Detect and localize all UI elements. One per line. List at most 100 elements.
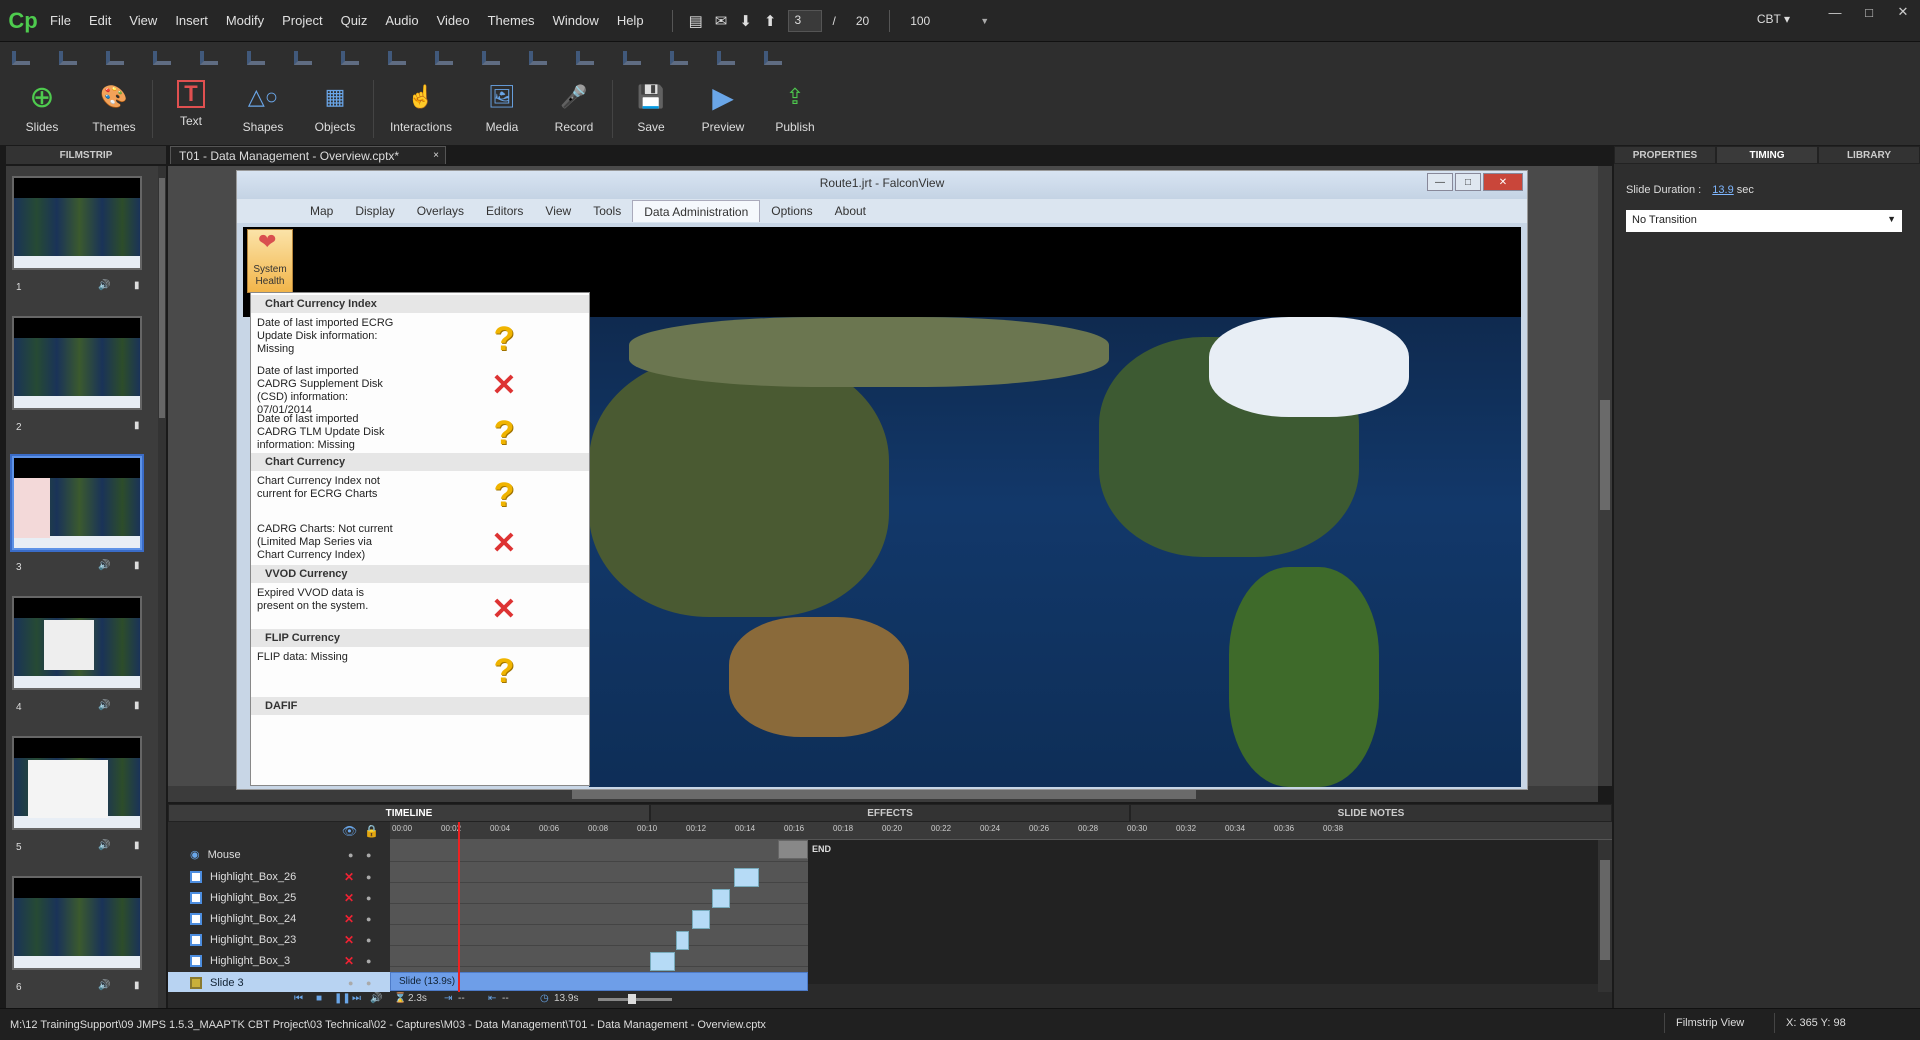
close-tab-icon[interactable]: × (433, 150, 439, 161)
menu-window[interactable]: Window (553, 13, 599, 28)
slide-thumbnail-3[interactable] (12, 456, 142, 550)
speaker-icon[interactable]: 🔊 (370, 993, 382, 1004)
visibility-dot[interactable]: ● (348, 850, 353, 860)
fv-tab-display[interactable]: Display (344, 200, 405, 222)
pause-icon[interactable]: ❚❚ (334, 993, 351, 1004)
end-marker[interactable] (778, 840, 808, 859)
save-button[interactable]: 💾 Save (615, 74, 687, 144)
highlight-box-3-block[interactable] (650, 952, 675, 971)
shapes-button[interactable]: △○ Shapes (227, 74, 299, 144)
themes-button[interactable]: 🎨 Themes (78, 74, 150, 144)
fv-tab-options[interactable]: Options (760, 200, 823, 222)
menu-edit[interactable]: Edit (89, 13, 111, 28)
lock-dot[interactable]: ● (366, 914, 371, 924)
align-top-icon[interactable] (153, 51, 171, 65)
tab-slide-notes[interactable]: SLIDE NOTES (1130, 804, 1612, 822)
menu-insert[interactable]: Insert (175, 13, 208, 28)
publish-button[interactable]: ⇪ Publish (759, 74, 831, 144)
zoom-select[interactable]: 100 (910, 14, 930, 28)
lock-dot[interactable]: ● (366, 978, 371, 988)
slide-delete-icon[interactable]: ▮ (134, 420, 140, 431)
lock-dot[interactable]: ● (366, 893, 371, 903)
layer-back-icon[interactable] (764, 51, 782, 65)
fv-tab-view[interactable]: View (534, 200, 582, 222)
rewind-icon[interactable]: ⏮ (294, 993, 303, 1004)
zoom-dropdown-icon[interactable]: ▼ (980, 16, 989, 26)
same-width-icon[interactable] (388, 51, 406, 65)
lock-dot[interactable]: ● (366, 956, 371, 966)
hidden-x-icon[interactable]: ✕ (344, 870, 354, 884)
menu-modify[interactable]: Modify (226, 13, 264, 28)
lock-dot[interactable]: ● (366, 935, 371, 945)
slide-delete-icon[interactable]: ▮ (134, 980, 140, 991)
align-center-icon[interactable] (59, 51, 77, 65)
arrow-down-icon[interactable]: ⬇ (739, 12, 752, 30)
highlight-box-25-block[interactable] (712, 889, 730, 908)
center-h-icon[interactable] (529, 51, 547, 65)
close-icon[interactable]: ✕ (1483, 173, 1523, 191)
fv-tab-data-administration[interactable]: Data Administration (632, 200, 761, 222)
tab-timing[interactable]: TIMING (1716, 146, 1818, 164)
slide-thumbnail-2[interactable] (12, 316, 142, 410)
maximize-icon[interactable]: □ (1852, 0, 1886, 24)
maximize-icon[interactable]: □ (1455, 173, 1481, 191)
system-health-button[interactable]: ❤ System Health (247, 229, 293, 293)
lock-icon[interactable]: 🔒 (364, 824, 379, 838)
timeline-row[interactable]: Highlight_Box_25 ✕ ● (168, 887, 390, 908)
menu-help[interactable]: Help (617, 13, 644, 28)
timeline-scrollbar[interactable] (1598, 840, 1612, 992)
hidden-x-icon[interactable]: ✕ (344, 891, 354, 905)
highlight-box-23-block[interactable] (676, 931, 689, 950)
fv-tab-about[interactable]: About (824, 200, 877, 222)
timeline-ruler[interactable]: 00:00 00:02 00:04 00:06 00:08 00:10 00:1… (390, 822, 1612, 840)
fv-tab-tools[interactable]: Tools (582, 200, 632, 222)
minimize-icon[interactable]: — (1427, 173, 1453, 191)
document-tab[interactable]: T01 - Data Management - Overview.cptx* × (170, 146, 446, 164)
audio-icon[interactable]: 🔊 (98, 280, 110, 291)
distribute-h-icon[interactable] (294, 51, 312, 65)
layer-forward-icon[interactable] (670, 51, 688, 65)
slide-thumbnail-1[interactable] (12, 176, 142, 270)
align-right-icon[interactable] (106, 51, 124, 65)
highlight-box-24-block[interactable] (692, 910, 710, 929)
mail-icon[interactable]: ✉ (715, 12, 728, 30)
minimize-icon[interactable]: — (1818, 0, 1852, 24)
scrollbar-thumb[interactable] (1600, 860, 1610, 960)
audio-icon[interactable]: 🔊 (98, 700, 110, 711)
zoom-slider-handle[interactable] (628, 994, 636, 1004)
arrow-up-icon[interactable]: ⬆ (764, 12, 777, 30)
menu-video[interactable]: Video (437, 13, 470, 28)
lock-dot[interactable]: ● (366, 850, 371, 860)
scrollbar-thumb[interactable] (159, 178, 165, 418)
menu-view[interactable]: View (129, 13, 157, 28)
audio-icon[interactable]: 🔊 (98, 560, 110, 571)
menu-audio[interactable]: Audio (385, 13, 418, 28)
same-size-icon[interactable] (482, 51, 500, 65)
stop-icon[interactable]: ■ (316, 993, 322, 1004)
audio-icon[interactable]: 🔊 (98, 980, 110, 991)
layer-front-icon[interactable] (623, 51, 641, 65)
tab-timeline[interactable]: TIMELINE (168, 804, 650, 822)
slide-thumbnail-4[interactable] (12, 596, 142, 690)
center-v-icon[interactable] (576, 51, 594, 65)
media-button[interactable]: 🖼 Media (466, 74, 538, 144)
interactions-button[interactable]: ☝ Interactions (376, 74, 466, 144)
align-left-icon[interactable] (12, 51, 30, 65)
menu-project[interactable]: Project (282, 13, 322, 28)
scrollbar-thumb[interactable] (1600, 400, 1610, 510)
preview-button[interactable]: ▶ Preview (687, 74, 759, 144)
slide-delete-icon[interactable]: ▮ (134, 560, 140, 571)
timeline-row[interactable]: Highlight_Box_24 ✕ ● (168, 908, 390, 929)
timeline-row[interactable]: Highlight_Box_3 ✕ ● (168, 950, 390, 971)
align-bottom-icon[interactable] (247, 51, 265, 65)
menu-themes[interactable]: Themes (488, 13, 535, 28)
transition-select[interactable]: No Transition ▼ (1626, 210, 1902, 232)
menu-quiz[interactable]: Quiz (341, 13, 368, 28)
comment-icon[interactable]: ▤ (689, 12, 703, 30)
highlight-box-26-block[interactable] (734, 868, 759, 887)
slide-delete-icon[interactable]: ▮ (134, 700, 140, 711)
timeline-row-selected[interactable]: Slide 3 ● ● (168, 972, 390, 993)
timeline-row[interactable]: Highlight_Box_26 ✕ ● (168, 866, 390, 887)
workspace-select[interactable]: CBT ▾ (1757, 12, 1790, 26)
fv-tab-overlays[interactable]: Overlays (406, 200, 475, 222)
